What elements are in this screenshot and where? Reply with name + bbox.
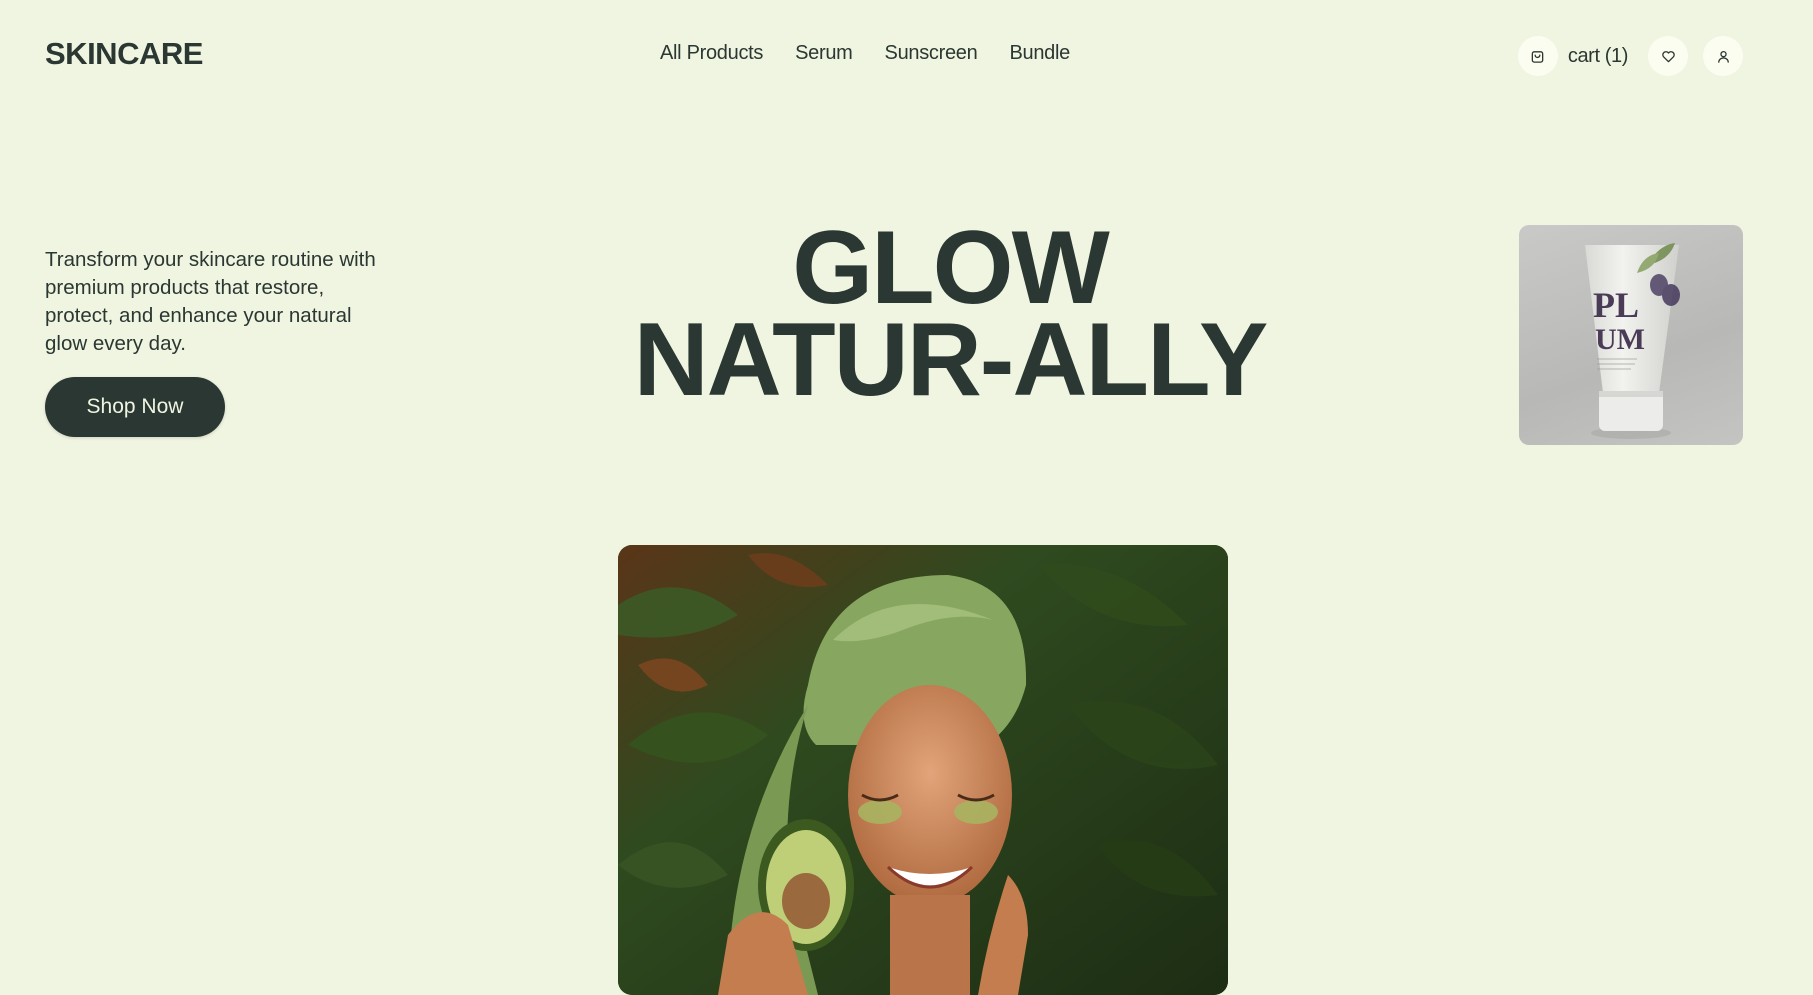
account-button[interactable]	[1703, 36, 1743, 76]
woman-avocado-image	[618, 545, 1228, 995]
cart-label[interactable]: cart (1)	[1568, 45, 1629, 68]
hero-headline: GLOW NATUR-ALLY	[540, 210, 1360, 418]
brand-logo[interactable]: SKINCARE	[45, 36, 203, 72]
product-thumbnail[interactable]: PL UM	[1519, 225, 1743, 445]
product-label-bottom: UM	[1595, 323, 1645, 356]
wishlist-button[interactable]	[1648, 36, 1688, 76]
headline-line-2: NATUR-ALLY	[633, 302, 1269, 418]
header-utilities: cart (1)	[1517, 36, 1743, 76]
nav-bundle[interactable]: Bundle	[1009, 42, 1070, 65]
shopping-bag-icon	[1532, 50, 1544, 63]
hero-intro-text: Transform your skincare routine with pre…	[45, 247, 376, 355]
headline-line-1: GLOW	[792, 210, 1109, 326]
user-icon	[1717, 50, 1729, 63]
main-nav: All Products Serum Sunscreen Bundle	[660, 42, 1070, 65]
cart-button[interactable]	[1517, 36, 1558, 76]
nav-serum[interactable]: Serum	[795, 42, 853, 65]
shop-now-button[interactable]: Shop Now	[45, 377, 225, 437]
product-label-top: PL	[1593, 285, 1639, 325]
plum-tube-image: PL UM	[1585, 243, 1680, 439]
heart-icon	[1661, 50, 1675, 62]
hero-photo	[618, 545, 1228, 995]
nav-all-products[interactable]: All Products	[660, 42, 763, 65]
nav-sunscreen[interactable]: Sunscreen	[885, 42, 978, 65]
